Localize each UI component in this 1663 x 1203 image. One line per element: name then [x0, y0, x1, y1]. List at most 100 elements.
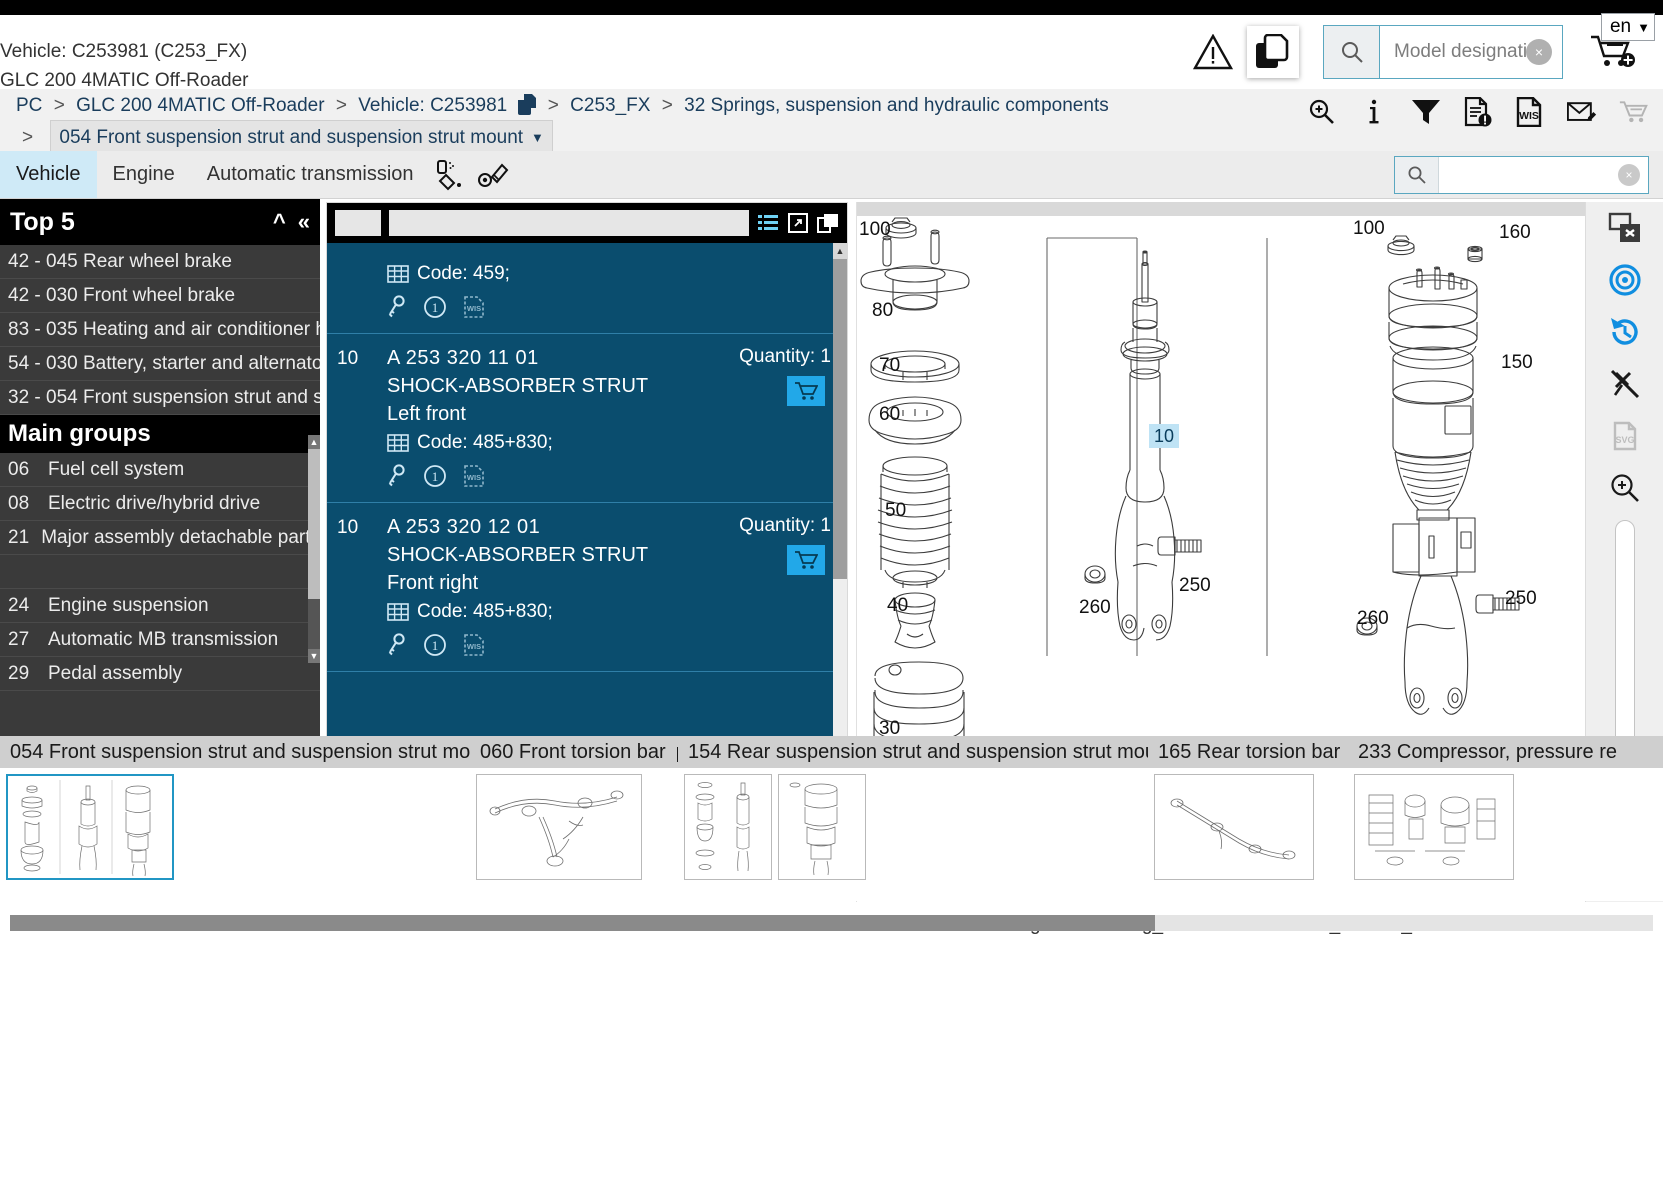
model-designation-search[interactable]: Model designation ×: [1323, 25, 1563, 79]
parts-scroll-thumb[interactable]: [833, 259, 847, 579]
double-chevron-left-icon[interactable]: «: [298, 209, 310, 235]
thumbnail-0-body[interactable]: [0, 768, 470, 886]
shopping-cart-icon[interactable]: [1619, 95, 1649, 129]
part-1-add-to-cart-button[interactable]: [787, 376, 825, 406]
main-group-item-5[interactable]: 27 Automatic MB transmission: [0, 623, 320, 657]
thumbnail-1-body[interactable]: [470, 768, 678, 886]
part-row-2[interactable]: 10 A 253 320 12 01 SHOCK-ABSORBER STRUT …: [327, 503, 847, 672]
thumbnail-0-image[interactable]: [6, 774, 174, 880]
info-icon[interactable]: [1359, 95, 1389, 129]
thumbnail-4[interactable]: 233 Compressor, pressure re: [1348, 736, 1663, 886]
thumbnail-2[interactable]: 154 Rear suspension strut and suspension…: [678, 736, 1203, 886]
zoom-in-icon[interactable]: [1586, 462, 1663, 514]
target-focus-icon[interactable]: [1586, 254, 1663, 306]
history-undo-icon[interactable]: [1586, 306, 1663, 358]
thumbnail-3-body[interactable]: [1148, 768, 1348, 886]
main-group-0-label: Fuel cell system: [48, 458, 185, 480]
search-input-wrap[interactable]: Model designation ×: [1380, 26, 1562, 78]
fastener-bolt-icon[interactable]: [472, 151, 514, 198]
parts-filter-box[interactable]: [335, 210, 381, 236]
wis-icon[interactable]: WIS: [463, 633, 485, 657]
info-circle-icon[interactable]: 1: [423, 295, 447, 319]
main-group-item-3[interactable]: [0, 555, 320, 589]
thumbnail-1-label-bar[interactable]: 060 Front torsion bar: [470, 736, 696, 768]
thumbnail-3[interactable]: 165 Rear torsion bar: [1148, 736, 1371, 886]
thumbnail-2-image-b[interactable]: [778, 774, 866, 880]
main-group-item-1[interactable]: 08 Electric drive/hybrid drive: [0, 487, 320, 521]
expand-view-icon[interactable]: [787, 212, 809, 234]
paint-color-icon[interactable]: [430, 151, 472, 198]
key-icon[interactable]: [387, 464, 407, 488]
main-group-item-2[interactable]: 21 Major assembly detachable parts: [0, 521, 320, 555]
part-row-0[interactable]: Code: 459; 1 WIS: [327, 243, 847, 334]
thumbnail-4-label-bar[interactable]: 233 Compressor, pressure re: [1348, 736, 1663, 768]
thumbnail-1-image[interactable]: [476, 774, 642, 880]
copy-documents-icon[interactable]: [1247, 26, 1299, 78]
top5-item-1[interactable]: 42 - 030 Front wheel brake: [0, 279, 320, 313]
part-row-1[interactable]: 10 A 253 320 11 01 SHOCK-ABSORBER STRUT …: [327, 334, 847, 503]
horizontal-scrollbar[interactable]: [10, 915, 1653, 931]
wis-icon[interactable]: WIS: [463, 464, 485, 488]
top5-item-3[interactable]: 54 - 030 Battery, starter and alternator…: [0, 347, 320, 381]
tab-automatic-transmission[interactable]: Automatic transmission: [191, 151, 430, 198]
breadcrumb-item-0[interactable]: PC: [16, 95, 42, 116]
main-group-item-4[interactable]: 24 Engine suspension: [0, 589, 320, 623]
copy-panel-icon[interactable]: [817, 212, 839, 234]
breadcrumb-item-3[interactable]: C253_FX: [570, 95, 650, 116]
wis-icon[interactable]: WIS: [463, 295, 485, 319]
info-circle-icon[interactable]: 1: [423, 464, 447, 488]
main-group-item-6[interactable]: 29 Pedal assembly: [0, 657, 320, 691]
copy-vehicle-icon[interactable]: [517, 93, 537, 115]
breadcrumb-item-2[interactable]: Vehicle: C253981: [358, 95, 507, 116]
breadcrumb-current-dropdown[interactable]: 054 Front suspension strut and suspensio…: [50, 120, 553, 155]
key-icon[interactable]: [387, 633, 407, 657]
chevron-up-icon[interactable]: ^: [273, 209, 286, 235]
sidebar-scroll-thumb[interactable]: [308, 449, 320, 599]
search-input[interactable]: ×: [1439, 157, 1648, 193]
main-group-item-0[interactable]: 06 Fuel cell system: [0, 453, 320, 487]
content-search-box[interactable]: ×: [1394, 156, 1649, 194]
thumbnail-2-image-a[interactable]: [684, 774, 772, 880]
thumbnail-4-body[interactable]: [1348, 768, 1663, 886]
thumbnail-4-image[interactable]: [1354, 774, 1514, 880]
wis-document-icon[interactable]: WIS: [1515, 95, 1545, 129]
list-view-icon[interactable]: [757, 212, 779, 234]
tab-engine[interactable]: Engine: [97, 151, 191, 198]
search-icon[interactable]: [1324, 26, 1380, 78]
part-2-add-to-cart-button[interactable]: [787, 545, 825, 575]
top5-item-0[interactable]: 42 - 045 Rear wheel brake: [0, 245, 320, 279]
parts-scroll-up[interactable]: ▲: [833, 243, 847, 259]
info-circle-icon[interactable]: 1: [423, 633, 447, 657]
close-window-icon[interactable]: [1586, 202, 1663, 254]
clear-search-icon[interactable]: ×: [1526, 39, 1552, 65]
svg-export-icon[interactable]: SVG: [1586, 410, 1663, 462]
top5-item-4[interactable]: 32 - 054 Front suspension strut and su..…: [0, 381, 320, 415]
svg-text:40: 40: [887, 595, 908, 616]
unpin-icon[interactable]: [1586, 358, 1663, 410]
top5-item-2[interactable]: 83 - 035 Heating and air conditioner h..…: [0, 313, 320, 347]
thumbnail-0[interactable]: 054 Front suspension strut and suspensio…: [0, 736, 529, 886]
thumbnail-2-label-bar[interactable]: 154 Rear suspension strut and suspension…: [678, 736, 1203, 768]
email-edit-icon[interactable]: [1567, 95, 1597, 129]
thumbnail-2-body[interactable]: [678, 768, 1148, 886]
thumbnail-0-label-bar[interactable]: 054 Front suspension strut and suspensio…: [0, 736, 529, 768]
thumbnail-3-image[interactable]: [1154, 774, 1314, 880]
document-alert-icon[interactable]: [1463, 95, 1493, 129]
horizontal-scroll-thumb[interactable]: [10, 915, 1155, 931]
parts-search-box[interactable]: [389, 210, 749, 236]
thumbnail-1[interactable]: 060 Front torsion bar: [470, 736, 696, 886]
breadcrumb-item-1[interactable]: GLC 200 4MATIC Off-Roader: [76, 95, 325, 116]
tab-vehicle[interactable]: Vehicle: [0, 151, 97, 198]
key-icon[interactable]: [387, 295, 407, 319]
filter-icon[interactable]: [1411, 95, 1441, 129]
thumbnail-3-label-bar[interactable]: 165 Rear torsion bar: [1148, 736, 1371, 768]
sidebar-scroll-down[interactable]: ▼: [308, 649, 320, 663]
zoom-in-search-icon[interactable]: [1307, 95, 1337, 129]
breadcrumb-item-4[interactable]: 32 Springs, suspension and hydraulic com…: [684, 95, 1109, 116]
language-selector[interactable]: en ▼: [1600, 13, 1655, 41]
warning-triangle-icon[interactable]: [1187, 26, 1239, 78]
sidebar-scroll-up[interactable]: ▲: [308, 435, 320, 449]
clear-search-icon[interactable]: ×: [1618, 164, 1640, 186]
search-icon[interactable]: [1395, 157, 1439, 193]
sidebar-scrollbar[interactable]: [308, 449, 320, 649]
